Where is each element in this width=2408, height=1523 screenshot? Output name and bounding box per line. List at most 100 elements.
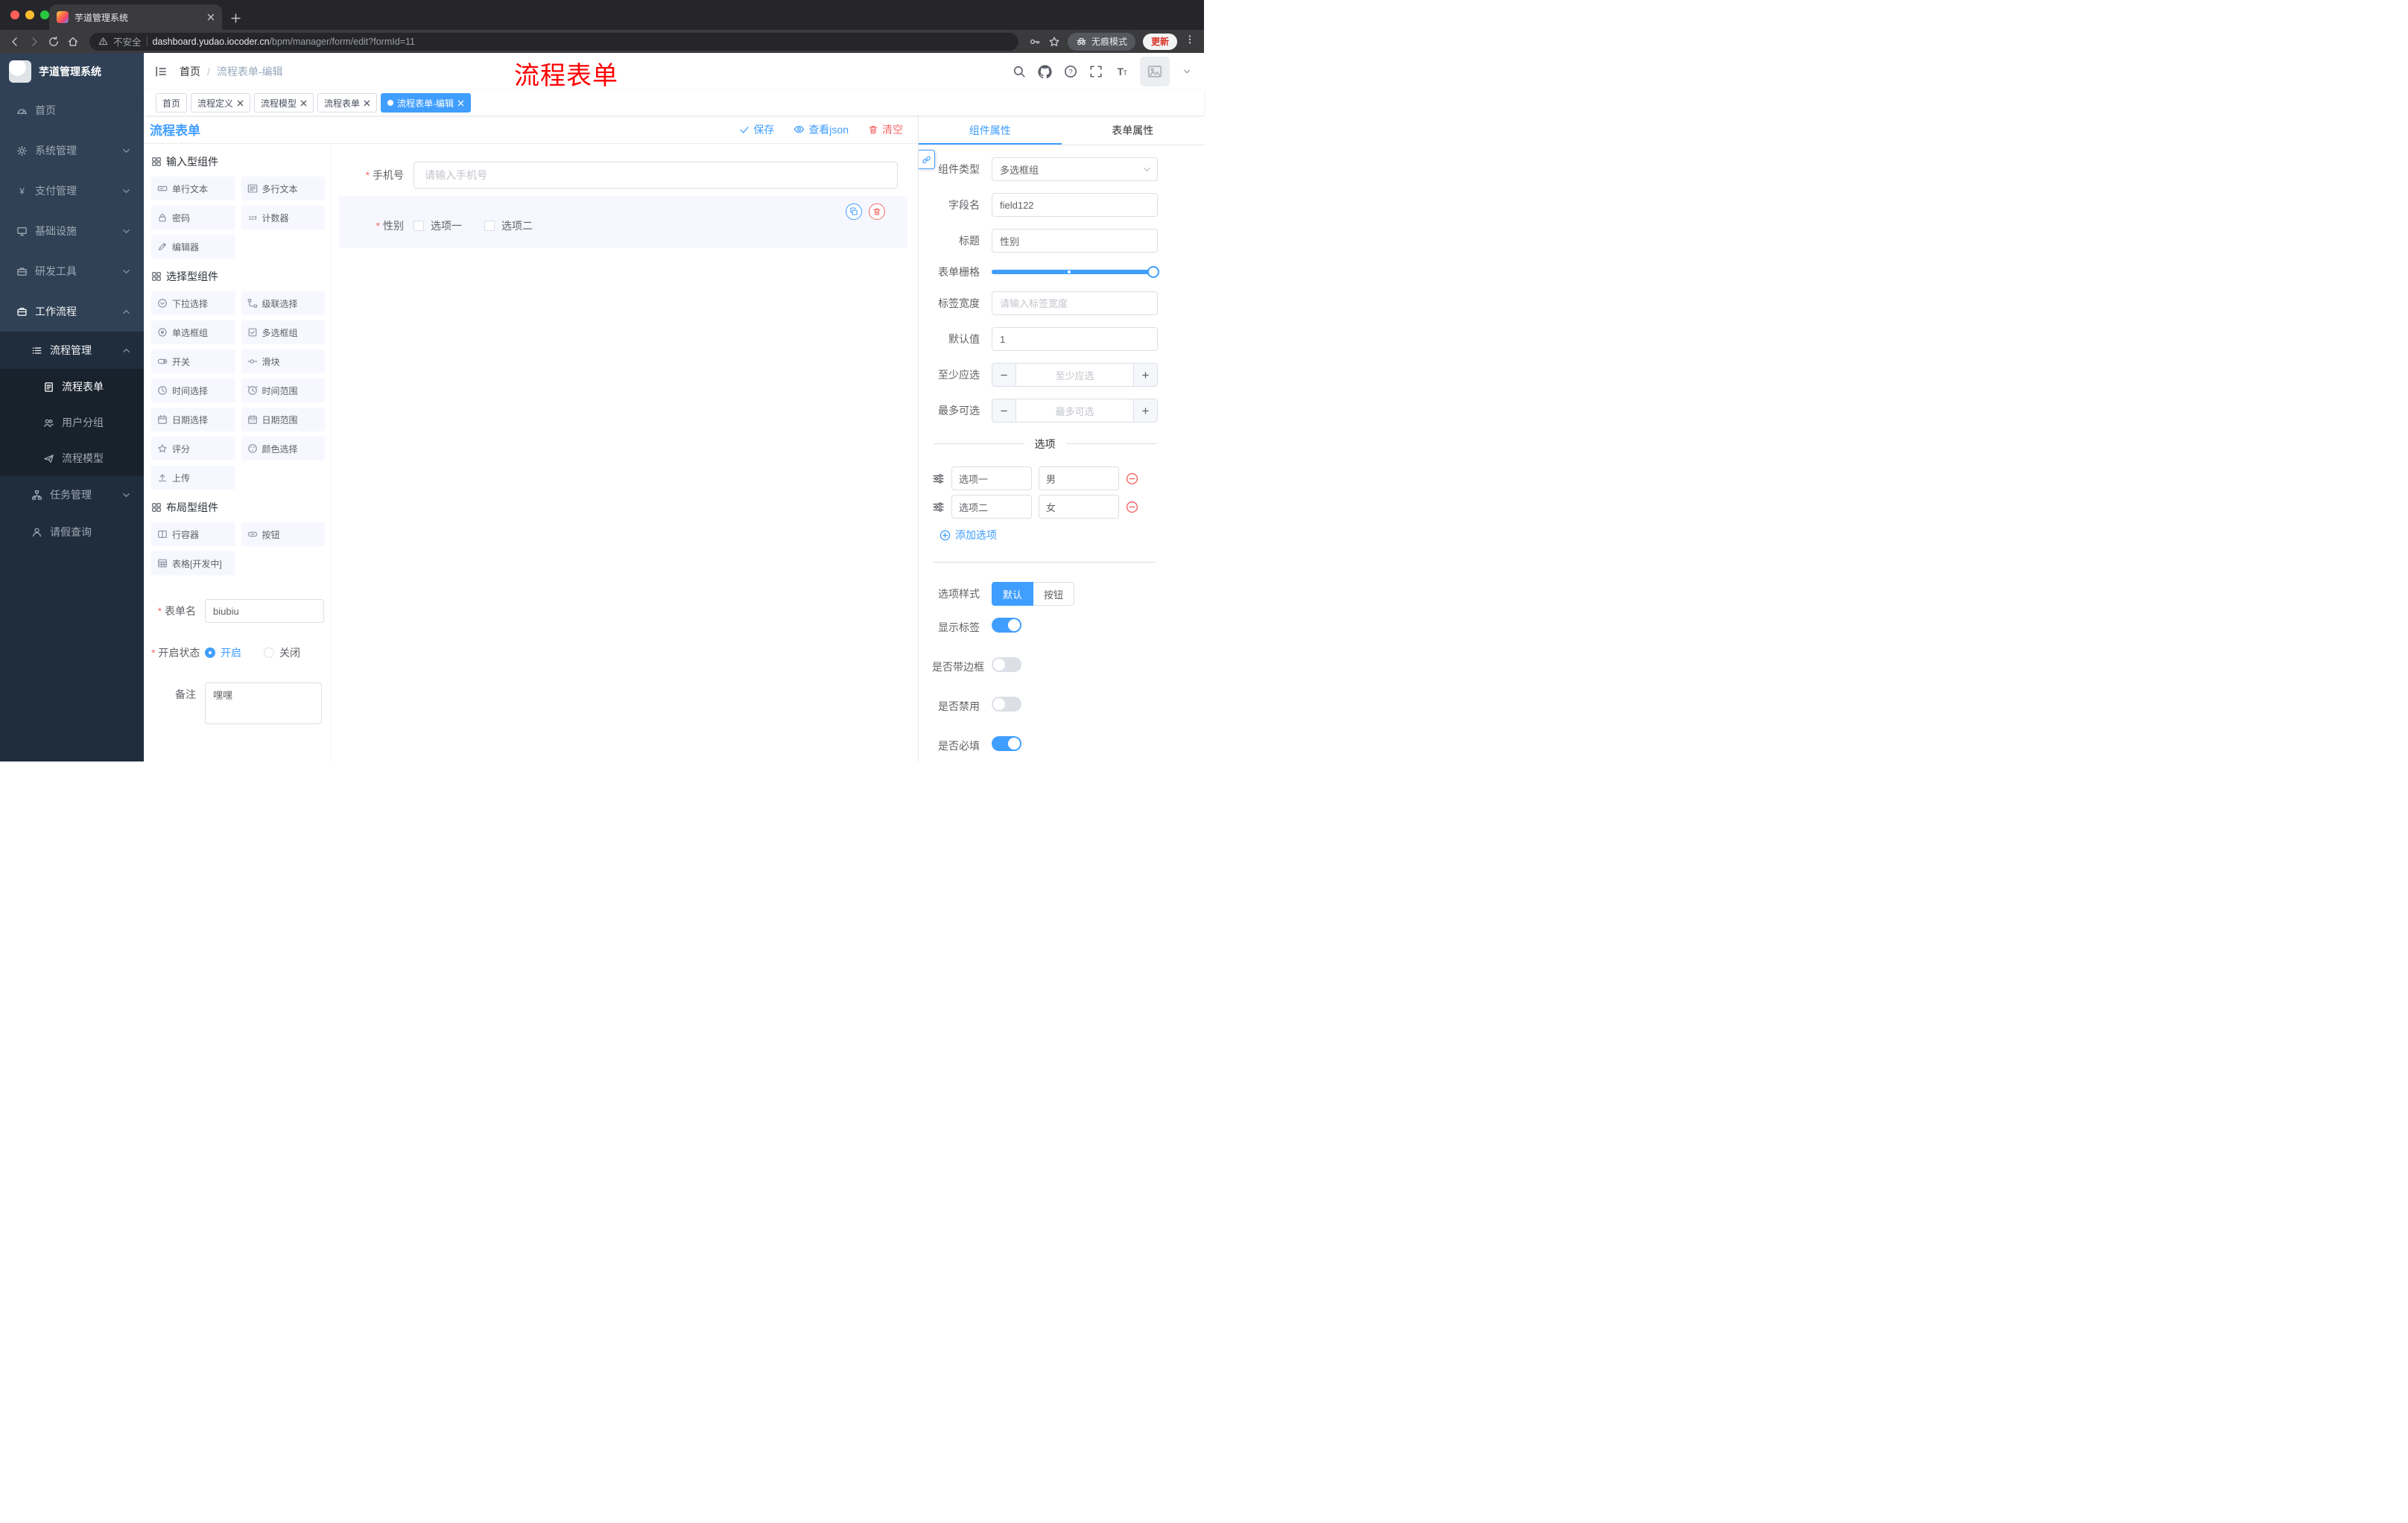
remove-option-icon[interactable] xyxy=(1126,501,1138,513)
palette-item-color-picker[interactable]: 颜色选择 xyxy=(241,437,325,460)
browser-menu-kebab-icon[interactable] xyxy=(1185,34,1195,48)
drag-handle-icon[interactable] xyxy=(932,501,945,513)
sidebar-item-infrastructure[interactable]: 基础设施 xyxy=(0,211,144,251)
plus-icon[interactable] xyxy=(1133,364,1157,386)
add-option-button[interactable]: 添加选项 xyxy=(940,528,1158,542)
canvas-field-gender-selected[interactable]: 性别 选项一 选项二 xyxy=(339,196,907,248)
help-icon[interactable]: ? xyxy=(1064,65,1077,78)
zoom-window-button[interactable] xyxy=(40,10,49,19)
fullscreen-icon[interactable] xyxy=(1089,65,1103,78)
avatar-caret-icon[interactable] xyxy=(1183,68,1191,75)
option-1-name-input[interactable] xyxy=(951,466,1032,490)
palette-item-cascader[interactable]: 级联选择 xyxy=(241,291,325,315)
option-2-name-input[interactable] xyxy=(951,495,1032,519)
border-toggle[interactable] xyxy=(992,657,1021,672)
sidebar-item-user-group[interactable]: 用户分组 xyxy=(0,405,144,440)
password-key-icon[interactable] xyxy=(1029,36,1041,48)
sidebar-collapse-icon[interactable] xyxy=(154,65,168,78)
forward-icon[interactable] xyxy=(28,36,40,48)
min-select-value[interactable]: 至少应选 xyxy=(1016,364,1133,386)
close-icon[interactable] xyxy=(300,100,307,107)
sidebar-item-workflow[interactable]: 工作流程 xyxy=(0,291,144,332)
canvas-field-phone[interactable]: 手机号 xyxy=(339,157,907,193)
close-icon[interactable] xyxy=(237,100,244,107)
search-icon[interactable] xyxy=(1013,65,1026,78)
palette-item-row-container[interactable]: 行容器 xyxy=(151,522,235,546)
gender-option-1[interactable]: 选项一 xyxy=(414,218,462,233)
view-json-button[interactable]: 查看json xyxy=(793,122,849,137)
max-select-value[interactable]: 最多可选 xyxy=(1016,399,1133,422)
browser-tab[interactable]: 芋道管理系统 xyxy=(49,4,222,30)
sidebar-item-home[interactable]: 首页 xyxy=(0,90,144,130)
palette-item-counter[interactable]: 123 计数器 xyxy=(241,206,325,229)
palette-item-date-range[interactable]: 日期范围 xyxy=(241,408,325,431)
tag-process-form-edit[interactable]: 流程表单-编辑 xyxy=(381,93,472,113)
default-value-input[interactable] xyxy=(992,327,1158,351)
palette-item-rate[interactable]: 评分 xyxy=(151,437,235,460)
drag-handle-icon[interactable] xyxy=(932,472,945,485)
plus-icon[interactable] xyxy=(1133,399,1157,422)
palette-item-switch[interactable]: 开关 xyxy=(151,349,235,373)
palette-item-checkbox-group[interactable]: 多选框组 xyxy=(241,320,325,344)
style-button-button[interactable]: 按钮 xyxy=(1033,582,1075,606)
palette-item-editor[interactable]: 编辑器 xyxy=(151,235,235,259)
new-tab-button[interactable] xyxy=(231,13,241,23)
field-name-input[interactable] xyxy=(992,193,1158,217)
palette-item-time-range[interactable]: 时间范围 xyxy=(241,379,325,402)
minus-icon[interactable] xyxy=(992,399,1016,422)
sidebar-item-leave-query[interactable]: 请假查询 xyxy=(0,513,144,551)
palette-item-table[interactable]: 表格[开发中] xyxy=(151,551,235,575)
disabled-toggle[interactable] xyxy=(992,697,1021,712)
status-radio-on[interactable]: 开启 xyxy=(205,645,241,660)
sidebar-item-system[interactable]: 系统管理 xyxy=(0,130,144,171)
label-width-input[interactable] xyxy=(992,291,1158,315)
tab-form-props[interactable]: 表单属性 xyxy=(1062,115,1205,145)
doc-link-affix-button[interactable] xyxy=(919,150,935,169)
tag-process-form[interactable]: 流程表单 xyxy=(317,93,378,113)
sidebar-item-task-management[interactable]: 任务管理 xyxy=(0,476,144,513)
sidebar-item-process-form[interactable]: 流程表单 xyxy=(0,369,144,405)
slider-handle[interactable] xyxy=(1147,266,1159,278)
palette-item-date-picker[interactable]: 日期选择 xyxy=(151,408,235,431)
home-icon[interactable] xyxy=(67,36,79,48)
close-icon[interactable] xyxy=(364,100,370,107)
palette-item-slider[interactable]: 滑块 xyxy=(241,349,325,373)
tag-home[interactable]: 首页 xyxy=(156,93,188,113)
close-icon[interactable] xyxy=(457,100,464,107)
gender-option-2[interactable]: 选项二 xyxy=(484,218,533,233)
remove-option-icon[interactable] xyxy=(1126,472,1138,485)
grid-slider[interactable] xyxy=(992,266,1159,278)
font-size-icon[interactable]: TT xyxy=(1115,65,1128,78)
url-bar[interactable]: 不安全 dashboard.yudao.iocoder.cn/bpm/manag… xyxy=(89,32,1018,51)
form-remark-textarea[interactable]: 嘿嘿 xyxy=(205,683,322,724)
palette-item-select[interactable]: 下拉选择 xyxy=(151,291,235,315)
palette-item-multi-line-text[interactable]: 多行文本 xyxy=(241,177,325,200)
security-warning-icon[interactable] xyxy=(98,37,108,46)
breadcrumb-home[interactable]: 首页 xyxy=(180,64,200,79)
palette-item-upload[interactable]: 上传 xyxy=(151,466,235,490)
minus-icon[interactable] xyxy=(992,364,1016,386)
copy-widget-button[interactable] xyxy=(846,203,862,220)
form-canvas[interactable]: 手机号 xyxy=(332,144,918,762)
form-name-input[interactable] xyxy=(205,599,324,623)
tag-process-model[interactable]: 流程模型 xyxy=(254,93,314,113)
palette-item-button[interactable]: 按钮 xyxy=(241,522,325,546)
reload-icon[interactable] xyxy=(48,36,60,48)
close-window-button[interactable] xyxy=(10,10,19,19)
palette-item-time-picker[interactable]: 时间选择 xyxy=(151,379,235,402)
sidebar-item-process-model[interactable]: 流程模型 xyxy=(0,440,144,476)
github-icon[interactable] xyxy=(1038,64,1052,79)
style-default-button[interactable]: 默认 xyxy=(992,582,1034,606)
sidebar-item-devtools[interactable]: 研发工具 xyxy=(0,251,144,291)
sidebar-item-payment[interactable]: ¥ 支付管理 xyxy=(0,171,144,211)
tab-component-props[interactable]: 组件属性 xyxy=(919,115,1062,145)
delete-widget-button[interactable] xyxy=(869,203,885,220)
title-input[interactable] xyxy=(992,229,1158,253)
option-2-value-input[interactable] xyxy=(1039,495,1119,519)
palette-item-password[interactable]: 密码 xyxy=(151,206,235,229)
tab-close-icon[interactable] xyxy=(207,13,215,21)
required-toggle[interactable] xyxy=(992,736,1021,751)
phone-field-input[interactable] xyxy=(414,162,898,189)
minimize-window-button[interactable] xyxy=(25,10,34,19)
status-radio-off[interactable]: 关闭 xyxy=(264,645,300,660)
